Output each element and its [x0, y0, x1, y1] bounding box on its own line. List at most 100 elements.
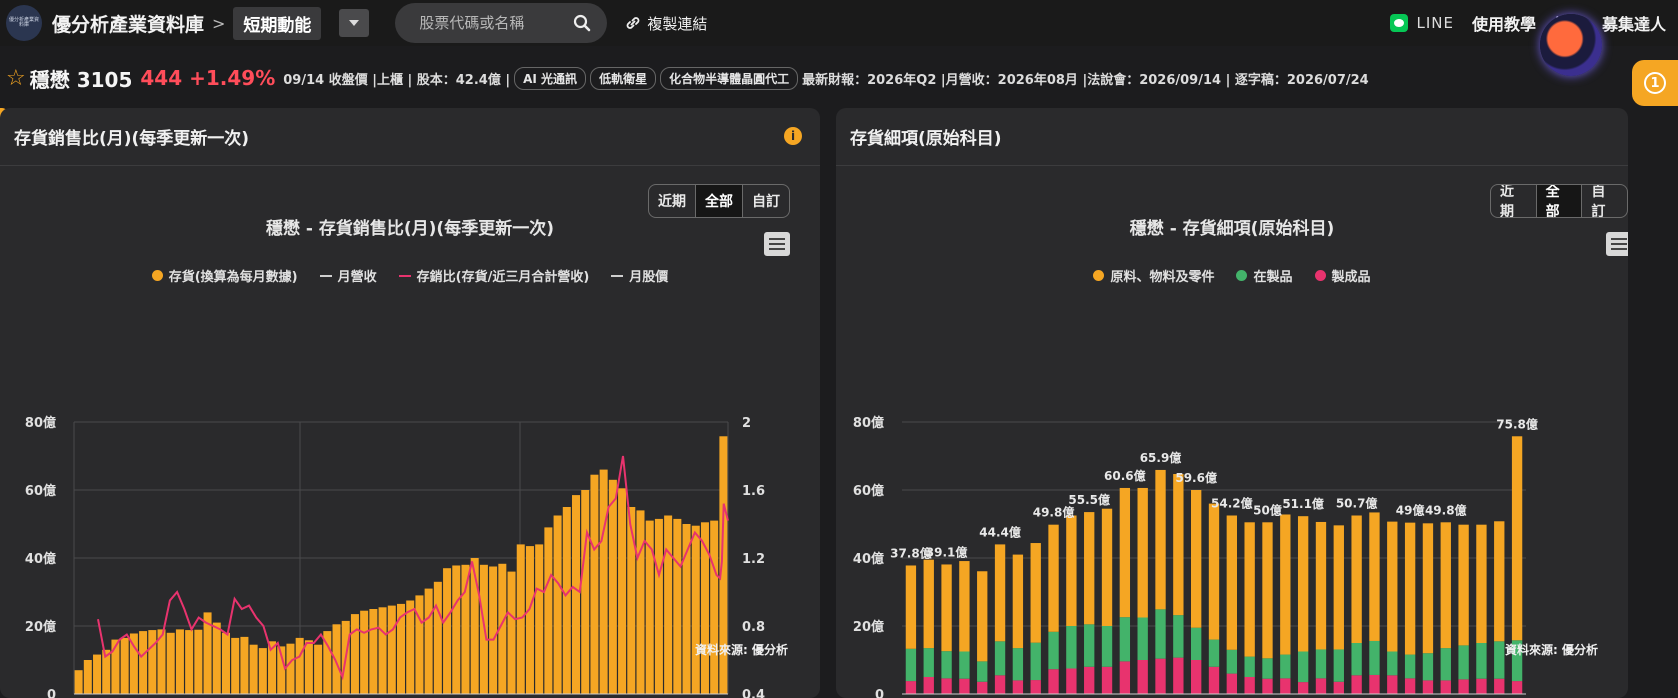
stacked-bar-segment	[1387, 651, 1398, 676]
stacked-bar-segment	[1280, 514, 1291, 655]
notification-badge[interactable]: 1	[1632, 60, 1678, 106]
inventory-bar	[369, 609, 378, 694]
legend-label: 月股價	[629, 270, 669, 285]
stacked-bar-segment	[1191, 660, 1202, 694]
search-input[interactable]	[419, 14, 570, 32]
stacked-bar-segment	[1155, 658, 1166, 694]
stock-search-box[interactable]	[395, 3, 608, 43]
stacked-bar-segment	[1137, 660, 1148, 694]
range-custom-button[interactable]: 自訂	[1581, 185, 1627, 217]
stacked-bar-segment	[905, 681, 917, 694]
panel-title: 存貨銷售比(月)(每季更新一次)	[14, 129, 250, 149]
inventory-bar	[590, 474, 599, 694]
line-button[interactable]: LINE	[1390, 14, 1453, 32]
inventory-bar	[360, 610, 369, 694]
stacked-bar-segment	[1012, 554, 1024, 649]
site-logo[interactable]: 優分析產業資料庫	[6, 5, 42, 41]
stacked-bar-segment	[1030, 680, 1041, 694]
stacked-bar-segment	[1476, 524, 1487, 643]
inventory-ratio-chart: 020億40億60億80億0.40.81.21.622009/042015/03…	[25, 415, 765, 698]
stacked-bar-segment	[941, 564, 952, 652]
stacked-bar-segment	[959, 678, 970, 694]
data-source-credit: 資料來源: 優分析	[1505, 643, 1598, 657]
stacked-bar-segment	[1155, 469, 1166, 610]
tag-chip[interactable]: 低軌衛星	[590, 66, 657, 90]
breadcrumb-separator: >	[212, 13, 226, 33]
bar-data-label: 60.6億	[1104, 468, 1146, 483]
tutorial-link[interactable]: 使用教學	[1472, 11, 1536, 35]
range-selector: 近期 全部 自訂	[648, 184, 790, 218]
chevron-down-icon	[349, 20, 360, 26]
stacked-bar-segment	[1440, 648, 1451, 681]
tag-chip[interactable]: 化合物半導體晶圓代工	[660, 66, 799, 90]
legend-item[interactable]: 月股價	[611, 266, 668, 285]
stacked-bar-segment	[1048, 524, 1059, 632]
stacked-bar-segment	[1173, 657, 1184, 694]
stacked-bar-segment	[1494, 521, 1505, 642]
stacked-bar-segment	[1101, 626, 1113, 667]
stacked-bar-segment	[1458, 645, 1469, 680]
stacked-bar-segment	[905, 648, 917, 682]
stacked-bar-segment	[1458, 524, 1469, 646]
breadcrumb-current-tab[interactable]: 短期動能	[233, 6, 322, 40]
inventory-bar	[185, 630, 194, 694]
stacked-bar-segment	[1315, 649, 1327, 679]
legend-label: 原料、物料及零件	[1110, 270, 1215, 285]
stacked-bar-segment	[1066, 626, 1077, 669]
stacked-bar-segment	[1404, 654, 1416, 679]
range-all-button[interactable]: 全部	[1535, 185, 1582, 217]
favorite-star-icon[interactable]: ☆	[6, 66, 26, 91]
copy-link-button[interactable]: 複製連結	[625, 13, 707, 34]
inventory-bar	[525, 546, 534, 694]
stacked-bar-segment	[1119, 661, 1131, 694]
info-icon[interactable]: i	[784, 127, 802, 145]
range-custom-button[interactable]: 自訂	[742, 185, 789, 217]
range-recent-button[interactable]: 近期	[1491, 185, 1536, 217]
stock-info-bar: ☆ 穩懋 3105 444 +1.49% 09/14 收盤價 |上櫃 | 股本：…	[0, 60, 1678, 96]
stacked-bar-segment	[1084, 624, 1095, 667]
stacked-bar-segment	[1333, 525, 1344, 650]
stacked-bar-segment	[1351, 515, 1362, 643]
legend-item[interactable]: 月營收	[319, 266, 377, 285]
inventory-bar	[682, 524, 691, 694]
legend-item[interactable]: 存銷比(存貨/近三月合計營收)	[398, 266, 589, 285]
chart-menu-button[interactable]	[764, 232, 790, 256]
legend-item[interactable]: 存貨(換算為每月數據)	[151, 266, 298, 285]
stacked-bar-segment	[1208, 503, 1220, 640]
stacked-bar-segment	[1351, 643, 1362, 676]
y-tick-label: 40億	[853, 551, 884, 567]
y-tick-label: 20億	[853, 619, 884, 635]
legend-item[interactable]: 在製品	[1236, 266, 1293, 285]
inventory-bar	[599, 469, 608, 694]
inventory-bar	[544, 527, 553, 694]
inventory-bar	[618, 488, 627, 694]
bar-data-label: 55.5億	[1068, 492, 1110, 507]
legend-item[interactable]: 製成品	[1314, 266, 1371, 285]
stacked-bar-segment	[1262, 658, 1273, 679]
stacked-bar-segment	[1369, 674, 1380, 694]
search-icon[interactable]	[573, 14, 591, 32]
brand-title[interactable]: 優分析產業資料庫	[52, 10, 204, 37]
range-recent-button[interactable]: 近期	[649, 185, 695, 217]
tag-chip[interactable]: AI 光通訊	[514, 66, 587, 90]
category-dropdown-button[interactable]	[339, 9, 370, 37]
y2-tick-label: 1.6	[742, 484, 765, 499]
stacked-bar-segment	[959, 561, 970, 652]
y-tick-label: 80億	[853, 415, 884, 431]
stacked-bar-segment	[977, 661, 988, 682]
copy-link-label: 複製連結	[647, 14, 708, 33]
data-source-credit: 資料來源: 優分析	[695, 643, 788, 657]
stacked-bar-segment	[1191, 490, 1202, 628]
y-tick-label: 0	[47, 688, 56, 698]
inventory-bar	[166, 632, 175, 694]
chart-menu-button[interactable]	[1606, 232, 1628, 256]
stacked-bar-segment	[994, 544, 1006, 642]
inventory-bar	[424, 588, 433, 694]
legend-item[interactable]: 原料、物料及零件	[1093, 266, 1214, 285]
bar-data-label: 50億	[1253, 502, 1282, 517]
stacked-bar-segment	[959, 651, 970, 679]
stacked-bar-segment	[1404, 522, 1416, 655]
recruit-link[interactable]: 募集達人	[1602, 11, 1666, 35]
stacked-bar-segment	[1208, 666, 1220, 694]
range-all-button[interactable]: 全部	[695, 185, 742, 217]
